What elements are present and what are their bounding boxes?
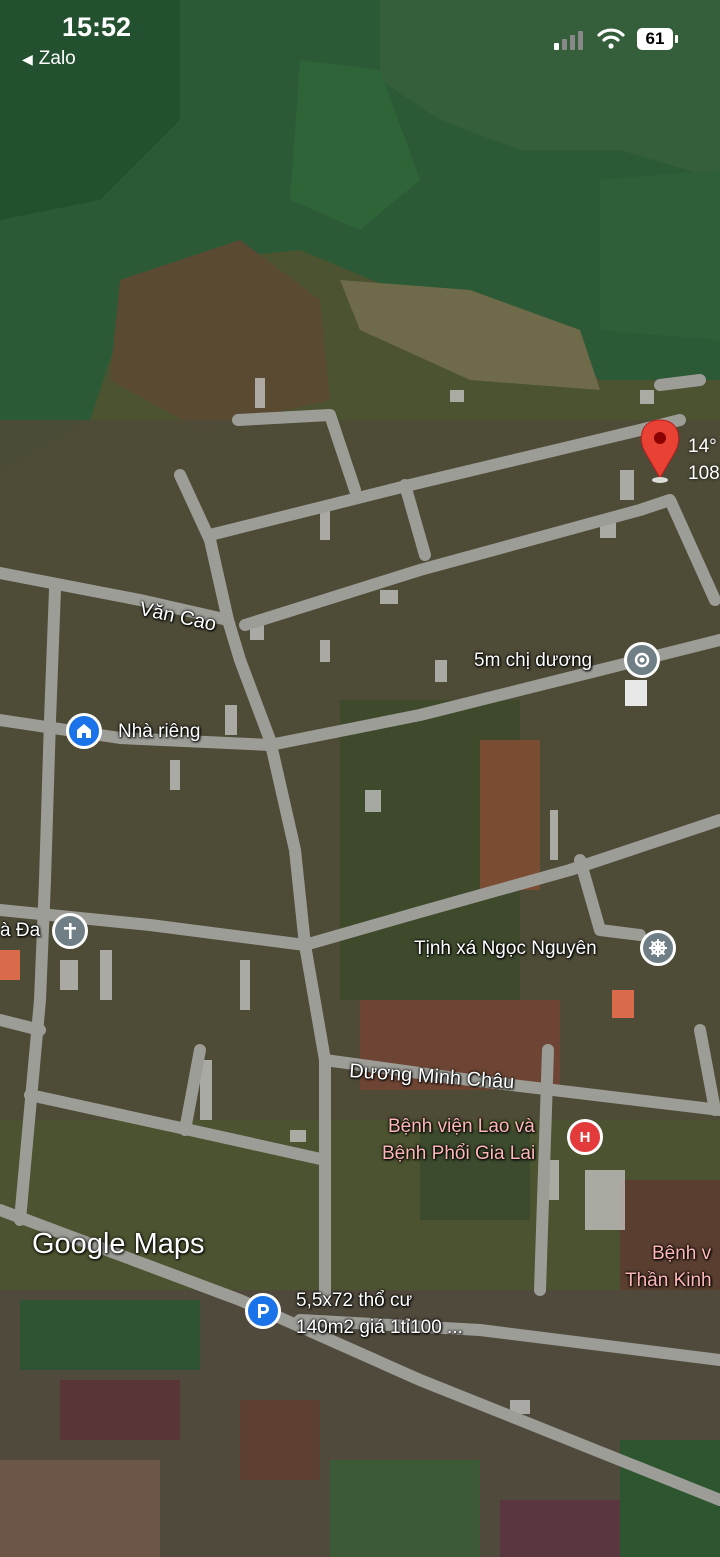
place-label-nha-rieng[interactable]: Nhà riêng: [118, 721, 200, 743]
place-label-neuro-line2[interactable]: Thần Kinh: [625, 1270, 712, 1292]
status-bar: 15:52 ◀ Zalo 61: [0, 0, 720, 80]
google-maps-watermark: Google Maps: [32, 1228, 205, 1260]
parking-icon[interactable]: [245, 1293, 281, 1329]
pin-coordinate-lat: 14°: [688, 436, 717, 457]
hospital-icon[interactable]: H: [567, 1119, 603, 1155]
place-pin-icon[interactable]: [624, 642, 660, 678]
place-label-neuro-line1[interactable]: Bệnh v: [652, 1243, 711, 1265]
church-icon[interactable]: [52, 913, 88, 949]
place-label-church[interactable]: à Đa: [0, 920, 40, 942]
battery-cap: [675, 35, 678, 43]
place-label-hospital-line2[interactable]: Bệnh Phổi Gia Lai: [382, 1143, 535, 1165]
back-arrow-icon: ◀: [22, 51, 33, 67]
home-icon[interactable]: [66, 713, 102, 749]
place-label-listing-line2[interactable]: 140m2 giá 1tỉ100 ...: [296, 1317, 463, 1339]
dharma-wheel-icon[interactable]: [640, 930, 676, 966]
place-label-tinh-xa[interactable]: Tịnh xá Ngọc Nguyên: [414, 938, 597, 960]
signal-icon: [554, 31, 583, 50]
place-label-hospital-line1[interactable]: Bệnh viện Lao và: [388, 1116, 535, 1138]
battery-icon: 61: [637, 28, 673, 50]
clock: 15:52: [62, 12, 132, 42]
back-app-label: Zalo: [38, 48, 76, 69]
back-to-app-button[interactable]: ◀ Zalo: [22, 48, 76, 70]
place-label-listing-line1[interactable]: 5,5x72 thổ cư: [296, 1290, 412, 1312]
pin-coordinate-lng: 108: [688, 463, 720, 484]
place-label-5m-chi-duong[interactable]: 5m chị dương: [474, 650, 592, 672]
wifi-icon: [597, 28, 625, 49]
